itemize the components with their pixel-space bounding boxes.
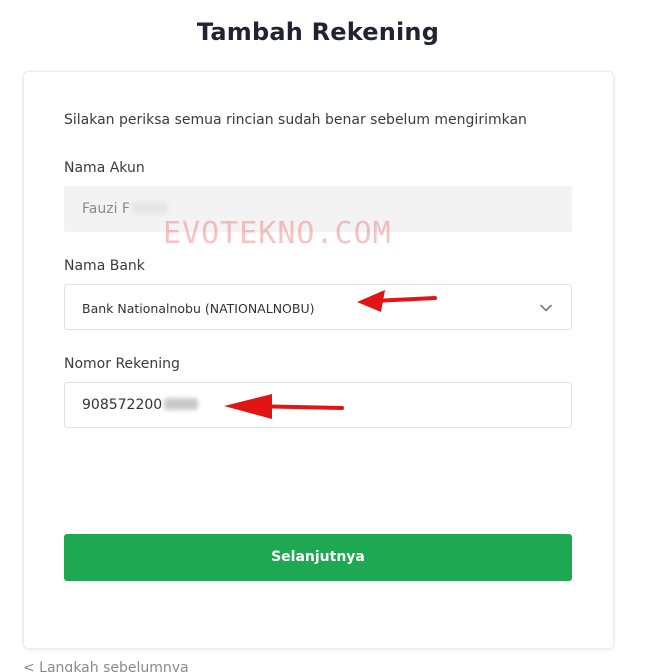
previous-step-link[interactable]: < Langkah sebelumnya	[23, 660, 189, 672]
form-card: Silakan periksa semua rincian sudah bena…	[23, 71, 614, 649]
page-title: Tambah Rekening	[196, 18, 440, 46]
account-number-input[interactable]: 908572200	[64, 382, 572, 428]
add-account-page: Tambah Rekening Silakan periksa semua ri…	[0, 0, 645, 672]
redacted-blur	[131, 202, 168, 214]
bank-select-value: Bank Nationalnobu (NATIONALNOBU)	[82, 301, 315, 316]
account-name-label: Nama Akun	[64, 160, 145, 176]
redacted-blur	[164, 398, 199, 410]
bank-select[interactable]: Bank Nationalnobu (NATIONALNOBU)	[64, 284, 572, 330]
account-name-value: Fauzi F	[82, 201, 168, 217]
account-number-label: Nomor Rekening	[64, 356, 180, 372]
form-subtitle: Silakan periksa semua rincian sudah bena…	[64, 112, 527, 128]
bank-name-label: Nama Bank	[64, 258, 145, 274]
chevron-down-icon[interactable]	[539, 301, 553, 315]
next-button[interactable]: Selanjutnya	[64, 534, 572, 581]
account-name-field: Fauzi F	[64, 186, 572, 232]
account-number-value: 908572200	[82, 397, 199, 413]
